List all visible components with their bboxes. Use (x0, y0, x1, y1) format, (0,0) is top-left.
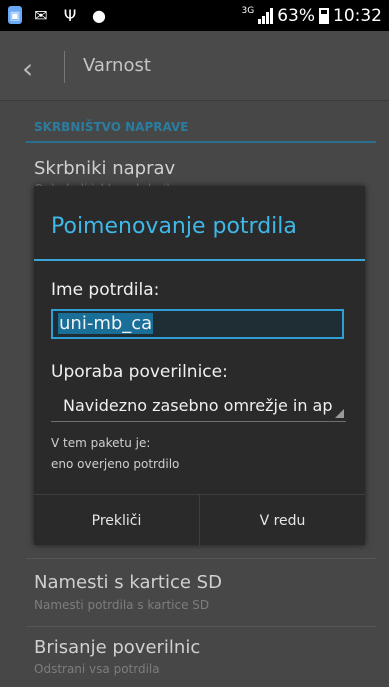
dialog-title-divider (34, 259, 365, 261)
section-header: SKRBNIŠTVO NAPRAVE (34, 120, 189, 134)
status-bar: ▣ ✉ Ψ ● 3G 63% 10:32 (0, 0, 389, 31)
mail-icon: ✉ (34, 5, 48, 25)
dialog-button-bar: Prekliči V redu (34, 494, 365, 546)
status-right: 3G 63% 10:32 (242, 6, 383, 26)
list-divider (26, 626, 376, 627)
package-info-line2: eno overjeno potrdilo (51, 457, 180, 471)
usb-icon: Ψ (63, 5, 77, 25)
battery-percent: 63% (277, 6, 315, 26)
notification-icons: ▣ ✉ Ψ ● (8, 5, 109, 25)
settings-item-clear-credentials[interactable]: Brisanje poverilnic (34, 637, 200, 658)
credential-usage-value[interactable]: Navidezno zasebno omrežje in ap (63, 396, 333, 415)
credential-usage-label: Uporaba poverilnice: (51, 362, 228, 382)
back-icon[interactable]: ‹ (22, 52, 33, 85)
certificate-name-input[interactable]: uni-mb_ca (51, 309, 344, 339)
certificate-name-label: Ime potrdila: (51, 280, 160, 300)
ok-button[interactable]: V redu (200, 495, 365, 546)
game-icon: ● (92, 5, 106, 25)
page-title: Varnost (83, 55, 151, 76)
package-info-line1: V tem paketu je: (51, 436, 151, 450)
name-certificate-dialog: Poimenovanje potrdila Ime potrdila: uni-… (34, 186, 365, 546)
app-notification-icon: ▣ (8, 6, 22, 24)
signal-icon (258, 8, 274, 24)
action-bar-divider (64, 51, 65, 83)
credential-usage-select[interactable]: Navidezno zasebno omrežje in ap (51, 392, 346, 422)
section-header-line (26, 141, 376, 143)
cancel-button[interactable]: Prekliči (34, 495, 199, 546)
network-type: 3G (241, 6, 255, 16)
dropdown-arrow-icon (335, 409, 344, 418)
certificate-name-value[interactable]: uni-mb_ca (58, 313, 154, 334)
action-bar: ‹ Varnost (0, 31, 389, 101)
settings-item-device-admins[interactable]: Skrbniki naprav (34, 158, 175, 179)
settings-item-install-sd-subtitle: Namesti potrdila s kartice SD (34, 598, 210, 612)
battery-icon (319, 8, 329, 24)
clock: 10:32 (333, 6, 382, 26)
list-divider (26, 558, 376, 559)
dialog-title: Poimenovanje potrdila (51, 214, 297, 239)
settings-item-clear-credentials-subtitle: Odstrani vsa potrdila (34, 662, 160, 676)
settings-item-install-sd[interactable]: Namesti s kartice SD (34, 572, 222, 593)
